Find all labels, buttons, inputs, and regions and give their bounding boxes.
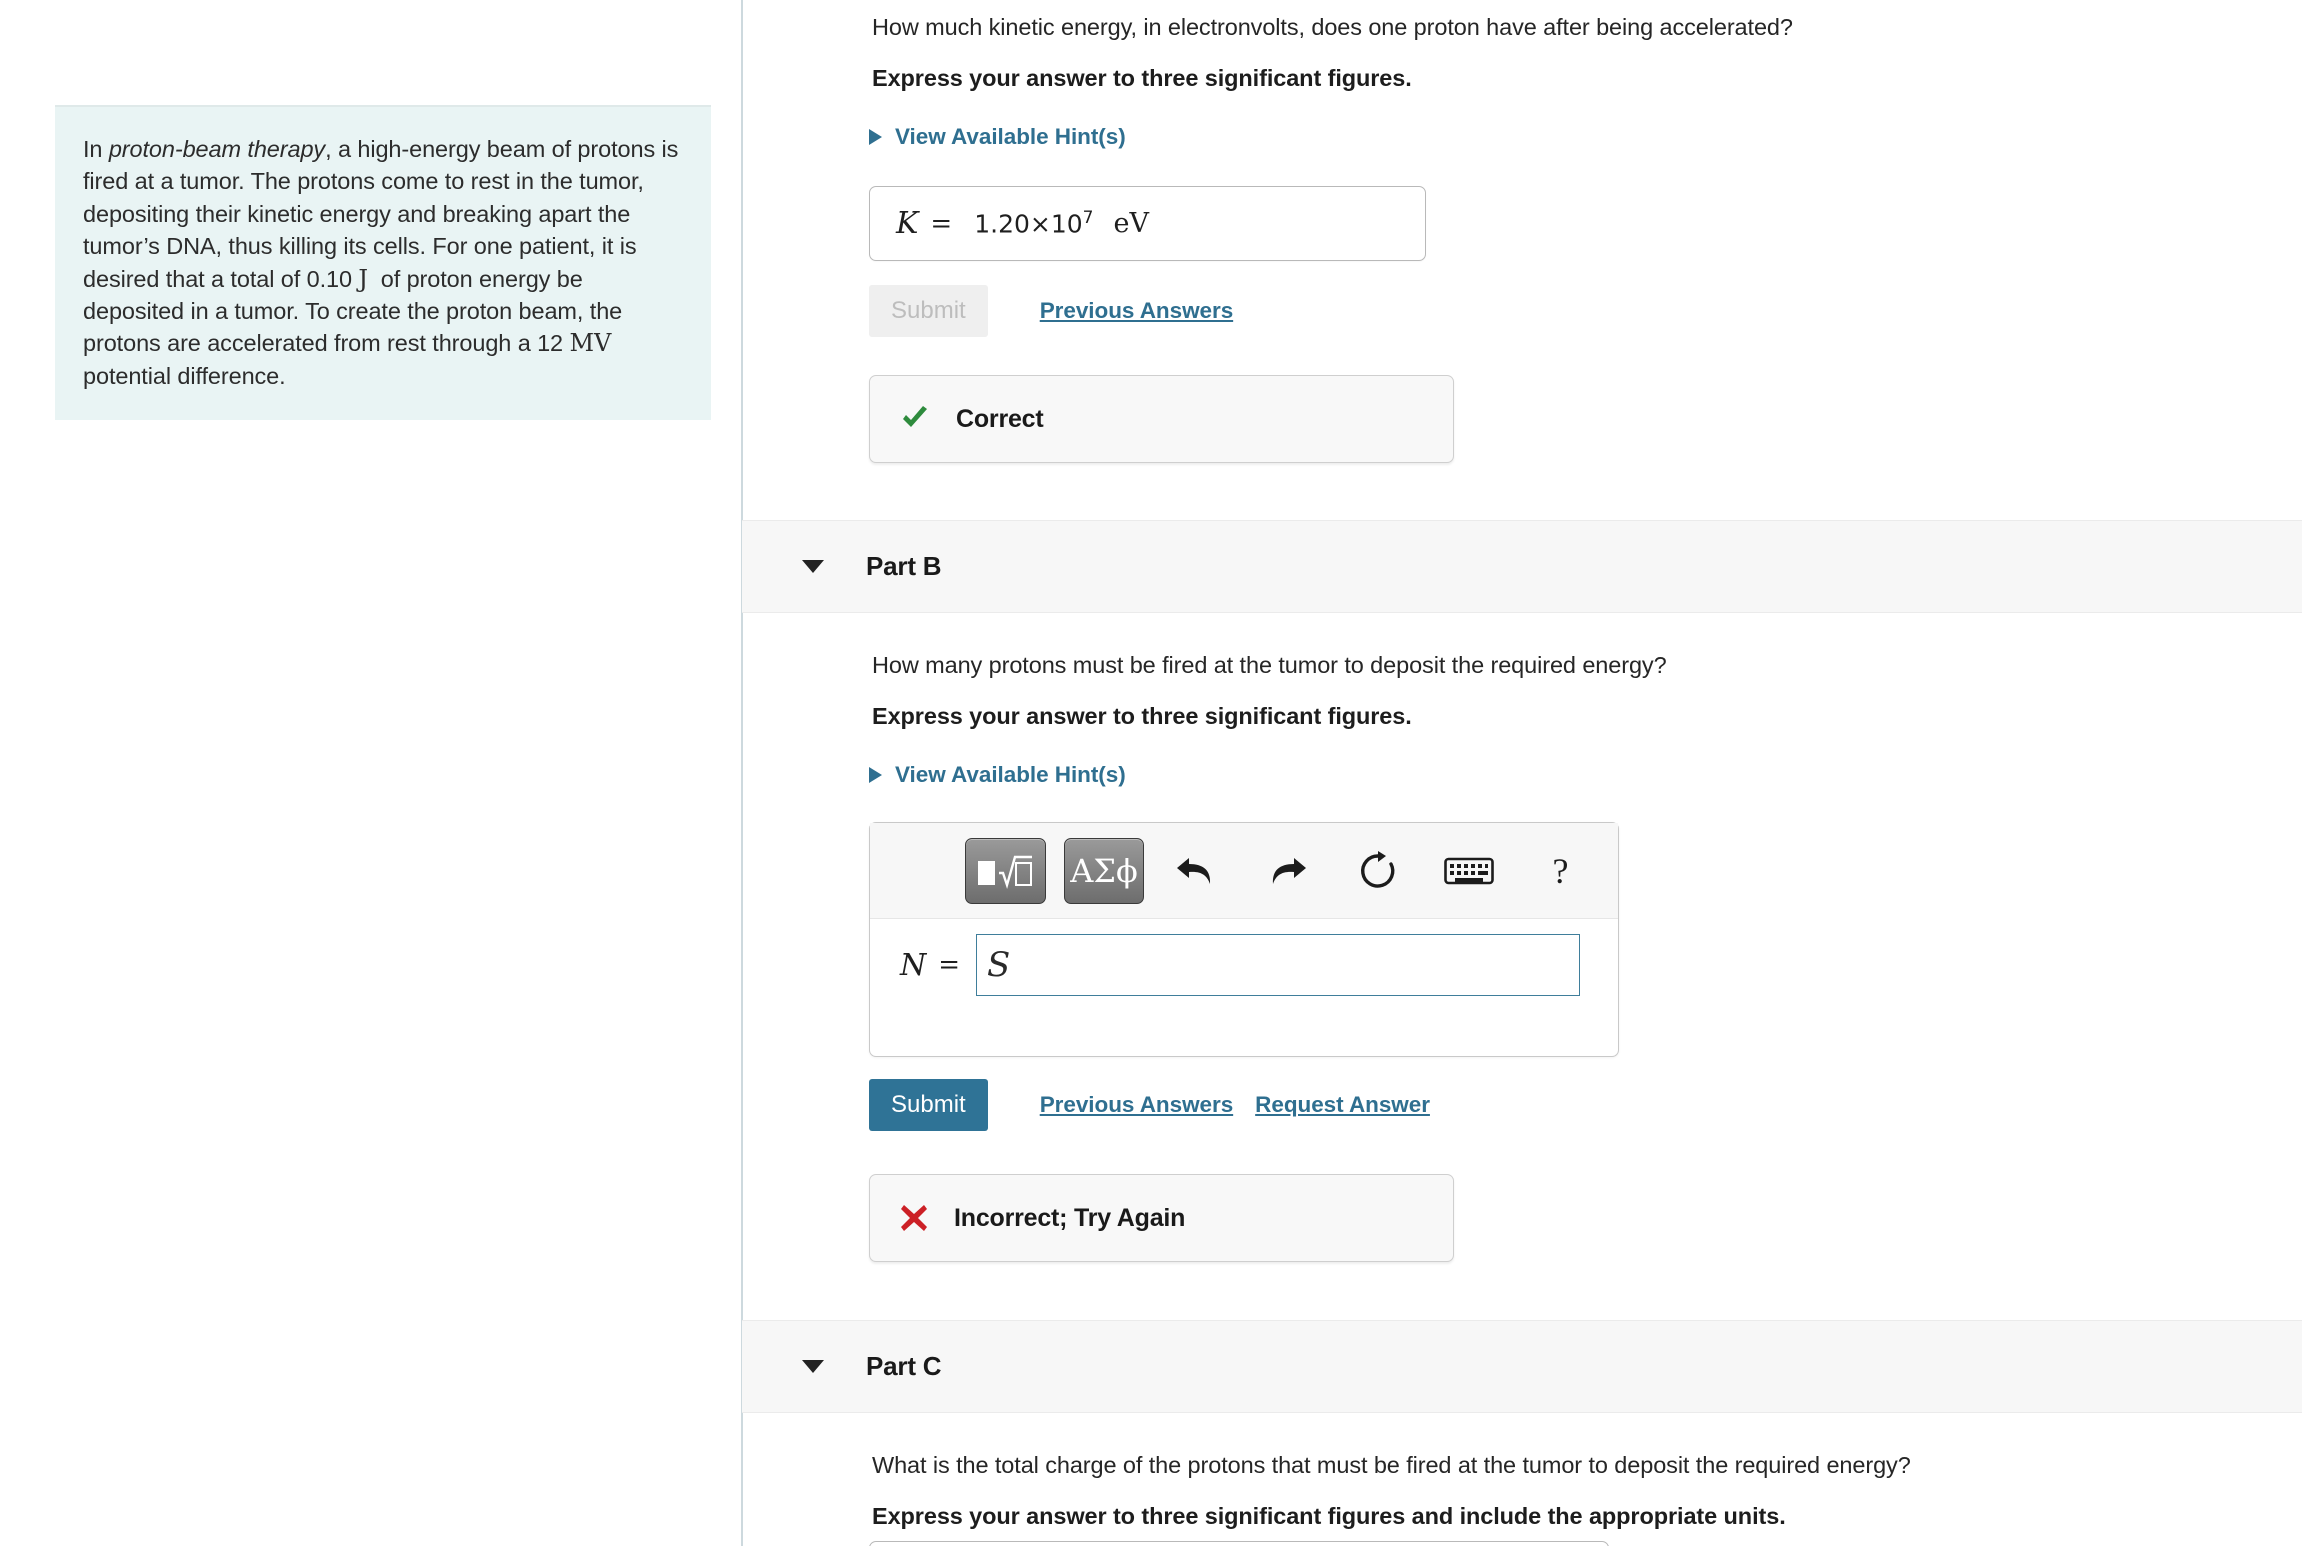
part-b-submit-row: Submit Previous Answers Request Answer [869, 1079, 1430, 1131]
part-c-title: Part C [866, 1351, 942, 1381]
part-b-instruction: Express your answer to three significant… [872, 703, 1412, 729]
part-a-question: How much kinetic energy, in electronvolt… [872, 14, 1793, 40]
unit-joule: J [358, 264, 368, 293]
part-c-header[interactable]: Part C [742, 1320, 2302, 1413]
math-toolbar: ΑΣϕ ? [870, 823, 1618, 919]
part-a-feedback-correct: Correct [869, 375, 1454, 463]
part-b-question: How many protons must be fired at the tu… [872, 652, 1667, 678]
part-b-header[interactable]: Part B [742, 520, 2302, 613]
unit-megavolt: MV [569, 329, 612, 358]
part-a-previous-answers-link[interactable]: Previous Answers [1040, 298, 1234, 324]
math-greek-button[interactable]: ΑΣϕ [1063, 837, 1145, 904]
part-a-exponent: 7 [1082, 208, 1094, 229]
part-b-submit-button[interactable]: Submit [869, 1079, 988, 1131]
problem-page: In proton-beam therapy, a high-energy be… [0, 0, 2302, 1546]
part-c-instruction: Express your answer to three significant… [872, 1503, 1786, 1529]
part-a-hint-toggle[interactable]: View Available Hint(s) [869, 124, 1126, 150]
x-icon [900, 1204, 928, 1232]
check-icon [900, 404, 930, 434]
intro-seg-0: In [83, 136, 109, 162]
redo-icon[interactable] [1253, 838, 1320, 904]
part-b-input-row: N = 𝑆 [870, 919, 1618, 1011]
part-b-feedback-text: Incorrect; Try Again [954, 1203, 1186, 1232]
part-c-question: What is the total charge of the protons … [872, 1452, 1911, 1478]
part-a-submit-row: Submit Previous Answers [869, 285, 1233, 337]
part-b-hint-label: View Available Hint(s) [895, 762, 1126, 787]
math-template-button[interactable] [965, 837, 1046, 904]
chevron-down-icon [802, 560, 824, 573]
undo-icon[interactable] [1162, 838, 1229, 904]
part-a-variable: K [896, 206, 919, 241]
part-a-answer-box[interactable]: K = 1.20×107 eV [869, 186, 1426, 261]
help-label: ? [1552, 850, 1569, 891]
triangle-right-icon [869, 129, 882, 145]
part-b-request-answer-link[interactable]: Request Answer [1255, 1092, 1430, 1118]
part-a-feedback-text: Correct [956, 404, 1044, 433]
problem-intro-text: In proton-beam therapy, a high-energy be… [83, 133, 683, 392]
part-c-answer-box[interactable] [869, 1541, 1609, 1546]
triangle-right-icon [869, 767, 882, 783]
answer-column: How much kinetic energy, in electronvolt… [742, 0, 2302, 1546]
help-icon[interactable]: ? [1527, 838, 1594, 904]
part-b-answer-input[interactable]: 𝑆 [976, 934, 1580, 996]
part-a-instruction: Express your answer to three significant… [872, 65, 1412, 91]
greek-symbols-label: ΑΣϕ [1070, 851, 1138, 890]
part-a-answer-value: 1.20×107 [974, 208, 1093, 238]
part-b-hint-toggle[interactable]: View Available Hint(s) [869, 762, 1126, 788]
problem-intro-box: In proton-beam therapy, a high-energy be… [55, 105, 711, 421]
part-b-previous-answers-link[interactable]: Previous Answers [1040, 1092, 1234, 1118]
part-a-hint-label: View Available Hint(s) [895, 124, 1126, 149]
keyboard-icon[interactable] [1436, 838, 1503, 904]
text-cursor: 𝑆 [987, 945, 1011, 985]
chevron-down-icon [802, 1360, 824, 1373]
part-b-variable: N [900, 947, 927, 983]
reset-icon[interactable] [1345, 838, 1412, 904]
part-a-answer-unit: eV [1113, 208, 1149, 239]
problem-statement-column: In proton-beam therapy, a high-energy be… [0, 0, 742, 1546]
part-b-answer-widget[interactable]: ΑΣϕ ? N = 𝑆 [869, 822, 1619, 1057]
intro-seg-6: potential difference. [83, 362, 286, 389]
part-b-feedback-incorrect: Incorrect; Try Again [869, 1174, 1454, 1262]
part-a-mantissa: 1.20×10 [974, 209, 1083, 239]
part-b-equals: = [938, 950, 961, 980]
part-a-equals: = [930, 208, 953, 239]
part-b-title: Part B [866, 551, 942, 581]
intro-term-proton-beam-therapy: proton-beam therapy [108, 136, 326, 162]
part-a-submit-button[interactable]: Submit [869, 285, 988, 337]
